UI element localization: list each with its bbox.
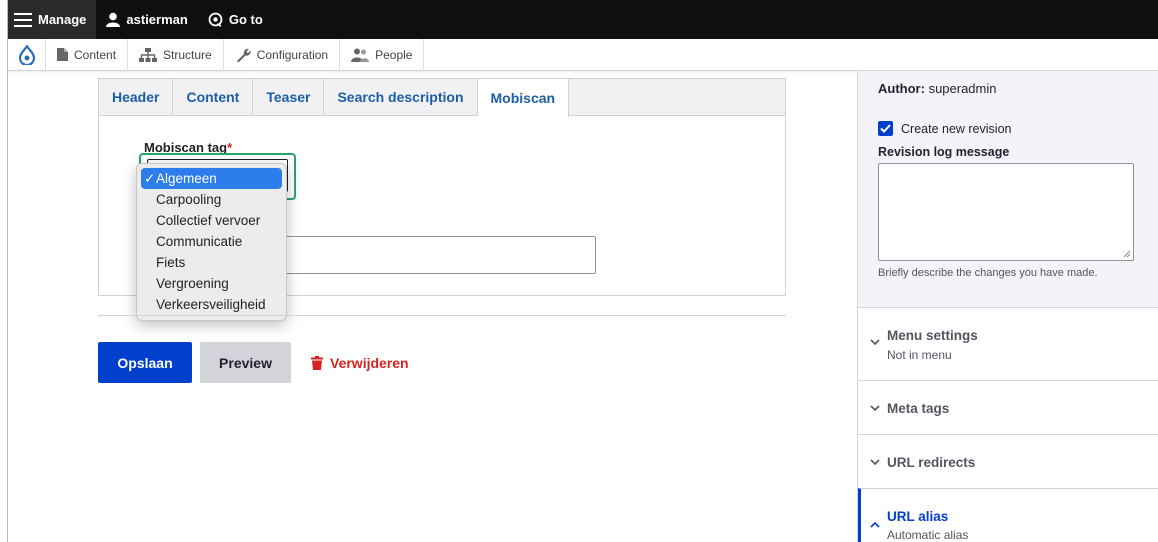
toolbar-item-label: Content [74,47,117,62]
check-icon: ✓ [144,170,156,186]
page-icon [57,48,68,61]
drupal-icon [18,44,35,65]
toolbar-item-label: People [375,47,413,62]
author-label: Author: [878,81,925,96]
menu-settings-section[interactable]: Menu settings Not in menu [858,307,1158,380]
dropdown-option-carpooling[interactable]: Carpooling [141,189,282,210]
goto-icon [208,12,223,27]
resize-handle-icon[interactable] [1123,250,1131,258]
meta-tags-section[interactable]: Meta tags [858,380,1158,434]
tab-bar: Header Content Teaser Search description… [99,79,785,117]
user-icon [106,12,121,27]
goto-button[interactable]: Go to [198,0,273,39]
toolbar-item-configuration[interactable]: Configuration [224,39,341,70]
chevron-down-icon [870,339,880,346]
url-redirects-title: URL redirects [887,455,976,470]
admin-toolbar: Manage astierman Go to [8,0,1158,39]
browser-frame: Manage astierman Go to Content Structure… [7,0,1158,542]
save-button[interactable]: Opslaan [98,342,192,383]
author-value: superadmin [928,81,997,96]
manage-label: Manage [38,12,87,27]
dropdown-option-communicatie[interactable]: Communicatie [141,231,282,252]
drupal-logo[interactable] [8,39,46,70]
toolbar-item-label: Configuration [256,47,329,62]
chevron-up-icon [870,521,880,528]
revision-log-label: Revision log message [878,145,1010,159]
menu-settings-title: Menu settings [887,328,978,343]
option-label: Algemeen [156,171,217,186]
tab-search-description[interactable]: Search description [324,79,478,115]
tab-teaser[interactable]: Teaser [253,79,325,115]
delete-link[interactable]: Verwijderen [311,342,421,383]
user-label: astierman [126,12,188,27]
author-info: Author: superadmin [878,81,997,96]
create-revision-checkbox[interactable] [878,121,893,136]
meta-sidebar: Author: superadmin Create new revision R… [857,71,1158,542]
chevron-down-icon [870,405,880,412]
url-redirects-section[interactable]: URL redirects [858,434,1158,488]
dropdown-option-algemeen[interactable]: ✓ Algemeen [141,168,282,189]
dropdown-option-collectief-vervoer[interactable]: Collectief vervoer [141,210,282,231]
create-revision-row[interactable]: Create new revision [878,121,1011,136]
tab-header[interactable]: Header [99,79,174,115]
dropdown-option-fiets[interactable]: Fiets [141,252,282,273]
trash-icon [311,355,323,370]
create-revision-label: Create new revision [901,121,1012,136]
admin-tray: Content Structure Configuration People [8,39,1158,71]
text-input[interactable] [278,236,596,274]
delete-label: Verwijderen [330,354,409,371]
toolbar-item-structure[interactable]: Structure [128,39,224,70]
url-alias-title: URL alias [887,509,949,524]
meta-tags-title: Meta tags [887,401,950,416]
url-alias-section[interactable]: URL alias Automatic alias [858,488,1158,542]
manage-button[interactable]: Manage [8,0,97,39]
toolbar-item-label: Structure [163,47,212,62]
wrench-icon [236,48,251,62]
revision-log-textarea[interactable] [878,163,1134,261]
dropdown-option-verkeersveiligheid[interactable]: Verkeersveiligheid [141,294,282,315]
menu-settings-sub: Not in menu [887,348,952,362]
tab-mobiscan[interactable]: Mobiscan [477,79,570,117]
structure-icon [139,47,158,62]
divider [98,315,786,316]
tab-content[interactable]: Content [173,79,254,115]
hamburger-icon [14,12,32,27]
goto-label: Go to [228,12,263,27]
people-icon [351,48,370,62]
toolbar-item-people[interactable]: People [340,39,425,70]
preview-button[interactable]: Preview [200,342,291,383]
url-alias-sub: Automatic alias [887,528,969,542]
chevron-down-icon [870,459,880,466]
checkmark-icon [880,124,891,133]
mobiscan-tag-dropdown: ✓ Algemeen Carpooling Collectief vervoer … [136,163,287,321]
revision-help-text: Briefly describe the changes you have ma… [878,267,1098,279]
dropdown-option-vergroening[interactable]: Vergroening [141,273,282,294]
user-menu[interactable]: astierman [96,0,197,39]
toolbar-item-content[interactable]: Content [46,39,129,70]
